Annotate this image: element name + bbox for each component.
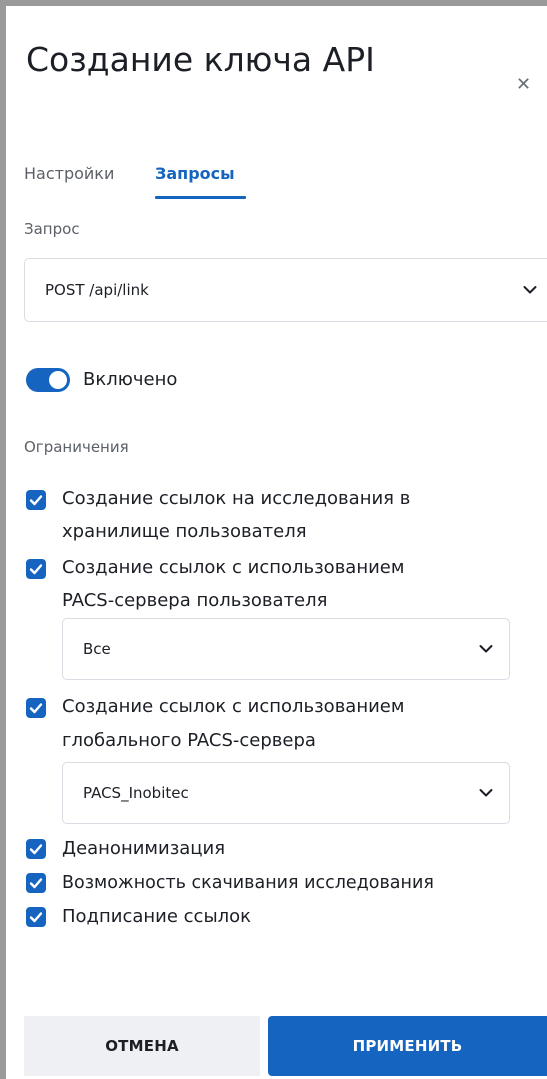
check-icon	[29, 844, 43, 855]
checkbox-global-pacs-links[interactable]	[26, 698, 46, 718]
request-select[interactable]: POST /api/link	[24, 258, 547, 322]
toggle-knob	[49, 371, 67, 389]
restriction-label: Создание ссылок с использованием	[62, 557, 405, 578]
global-pacs-select[interactable]: PACS_Inobitec	[62, 762, 510, 824]
cancel-button[interactable]: ОТМЕНА	[24, 1016, 260, 1076]
restriction-label: глобального PACS-сервера	[62, 730, 316, 751]
restriction-label: Деанонимизация	[62, 838, 226, 859]
request-label: Запрос	[24, 220, 80, 238]
dialog-title: Создание ключа API	[26, 40, 375, 79]
user-pacs-select[interactable]: Все	[62, 618, 510, 680]
chevron-down-icon	[479, 789, 493, 797]
checkbox-user-pacs-links[interactable]	[26, 559, 46, 579]
checkbox-study-download[interactable]	[26, 873, 46, 893]
enabled-toggle[interactable]	[26, 368, 70, 392]
check-icon	[29, 912, 43, 923]
chevron-down-icon	[479, 645, 493, 653]
tab-requests[interactable]: Запросы	[155, 164, 235, 184]
check-icon	[29, 564, 43, 575]
checkbox-link-signing[interactable]	[26, 907, 46, 927]
apply-button[interactable]: ПРИМЕНИТЬ	[268, 1016, 547, 1076]
close-icon[interactable]: ✕	[516, 76, 531, 94]
checkbox-deanonymization[interactable]	[26, 839, 46, 859]
request-select-value: POST /api/link	[45, 281, 149, 299]
check-icon	[29, 878, 43, 889]
api-key-dialog: Создание ключа API ✕ Настройки Запросы З…	[6, 6, 547, 1079]
check-icon	[29, 703, 43, 714]
restriction-label: Создание ссылок на исследования в	[62, 488, 411, 509]
restriction-label: хранилище пользователя	[62, 521, 307, 542]
restriction-label: Создание ссылок с использованием	[62, 696, 405, 717]
restrictions-label: Ограничения	[24, 438, 129, 456]
check-icon	[29, 495, 43, 506]
checkbox-study-links-storage[interactable]	[26, 490, 46, 510]
user-pacs-select-value: Все	[83, 640, 111, 658]
restriction-label: Подписание ссылок	[62, 906, 252, 927]
tab-settings[interactable]: Настройки	[24, 164, 114, 184]
restriction-label: PACS-сервера пользователя	[62, 590, 328, 611]
enabled-label: Включено	[83, 369, 178, 390]
restriction-label: Возможность скачивания исследования	[62, 873, 434, 893]
active-tab-indicator	[155, 196, 246, 199]
global-pacs-select-value: PACS_Inobitec	[83, 784, 189, 802]
chevron-down-icon	[523, 286, 537, 294]
